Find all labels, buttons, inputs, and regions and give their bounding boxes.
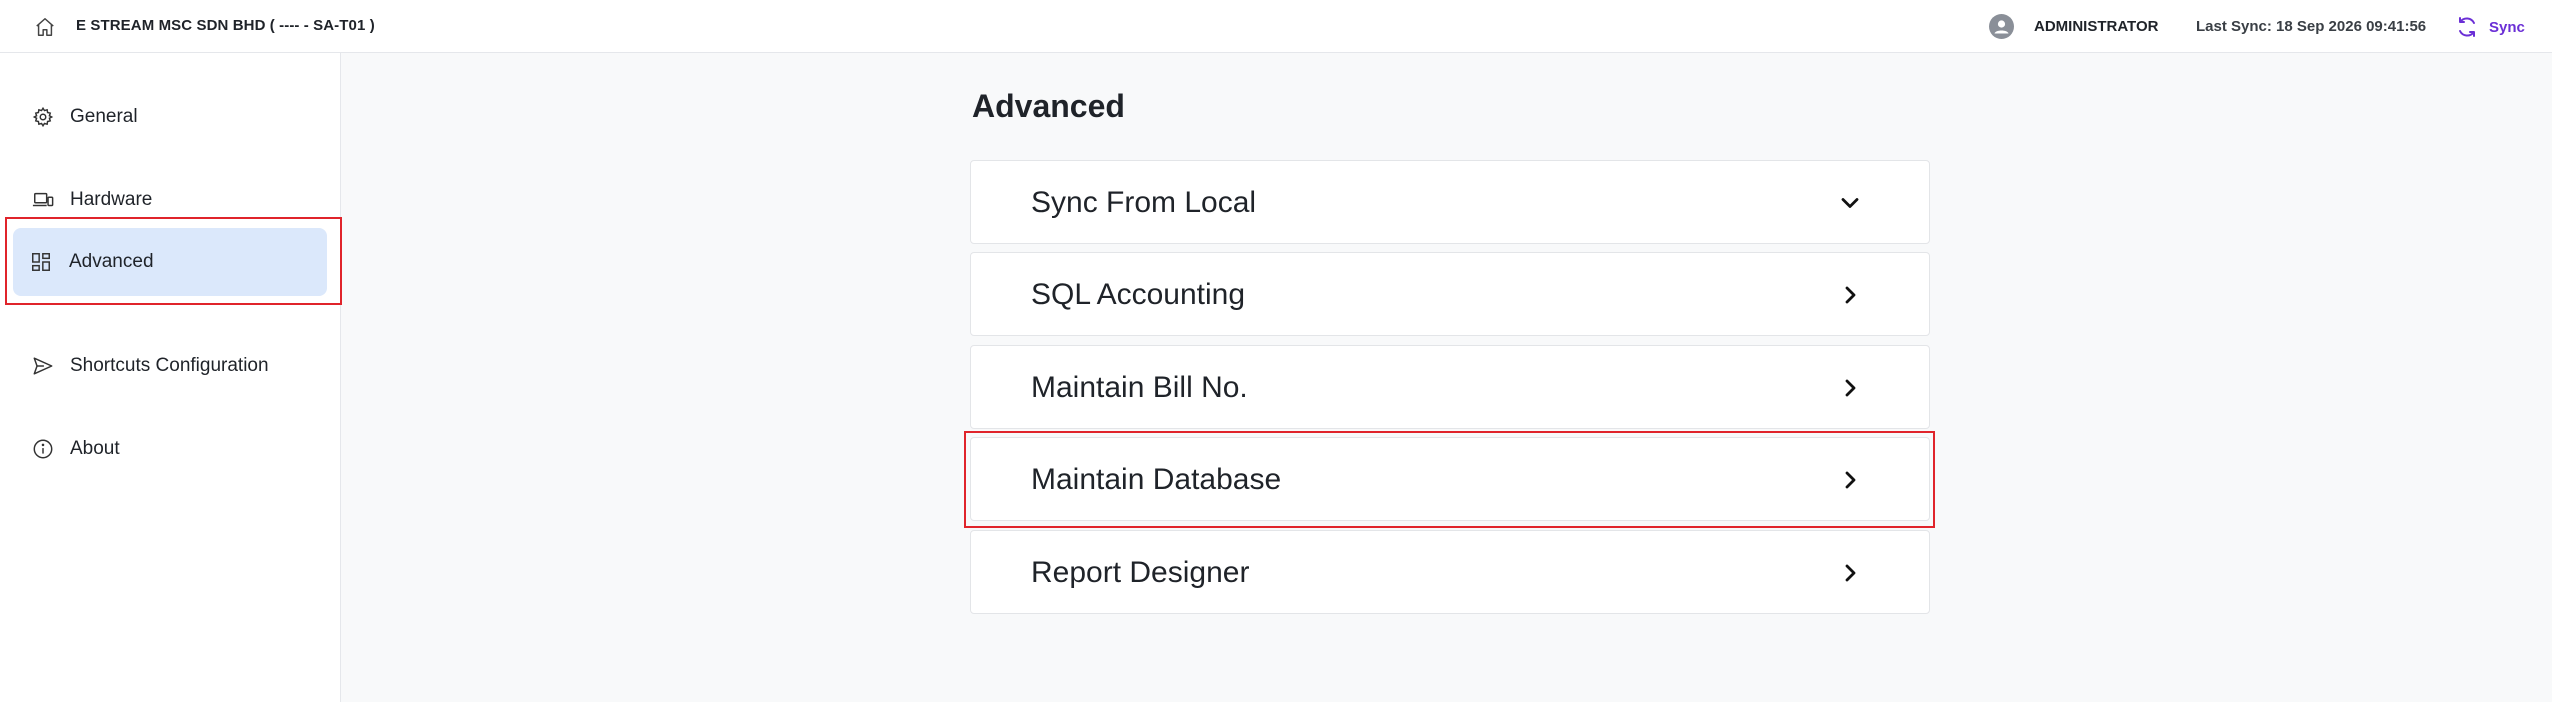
sync-button[interactable]: Sync — [2455, 12, 2525, 42]
send-icon — [33, 357, 53, 375]
row-report-designer[interactable]: Report Designer — [970, 530, 1930, 614]
row-label: Maintain Bill No. — [1031, 371, 1248, 404]
row-label: Maintain Database — [1031, 463, 1282, 496]
grid-icon — [32, 253, 50, 271]
settings-sidebar: General Hardware Advanced Shortcuts Conf… — [0, 53, 342, 702]
chevron-right-icon[interactable] — [1838, 376, 1862, 400]
chevron-right-icon[interactable] — [1838, 468, 1862, 492]
page-title: Advanced — [972, 88, 1125, 124]
row-label: Report Designer — [1031, 556, 1250, 589]
home-icon[interactable] — [34, 16, 56, 38]
sidebar-item-about[interactable]: About — [13, 415, 327, 483]
row-label: SQL Accounting — [1031, 278, 1246, 311]
chevron-down-icon[interactable] — [1838, 191, 1862, 215]
user-avatar-icon[interactable] — [1989, 14, 2014, 39]
sync-icon — [2459, 17, 2475, 37]
last-sync-status: Last Sync: 18 Sep 2026 09:41:56 — [2196, 18, 2427, 35]
top-header: E STREAM MSC SDN BHD ( ---- - SA-T01 ) A… — [0, 0, 2552, 53]
gear-icon — [32, 106, 54, 128]
info-icon — [33, 439, 53, 459]
row-maintain-bill-no[interactable]: Maintain Bill No. — [970, 345, 1930, 429]
company-name: E STREAM MSC SDN BHD ( ---- - SA-T01 ) — [76, 17, 375, 34]
row-label: Sync From Local — [1031, 186, 1257, 219]
devices-icon — [32, 192, 54, 207]
sidebar-item-label: Shortcuts Configuration — [70, 355, 269, 376]
user-name[interactable]: ADMINISTRATOR — [2034, 18, 2158, 35]
sidebar-item-label: About — [70, 438, 120, 459]
sidebar-item-label: Advanced — [69, 251, 154, 272]
chevron-right-icon[interactable] — [1838, 283, 1862, 307]
sidebar-item-advanced[interactable]: Advanced — [13, 228, 327, 296]
sidebar-item-shortcuts-configuration[interactable]: Shortcuts Configuration — [13, 332, 327, 400]
row-sync-from-local[interactable]: Sync From Local — [970, 160, 1930, 244]
row-sql-accounting[interactable]: SQL Accounting — [970, 252, 1930, 336]
sidebar-item-hardware[interactable]: Hardware — [13, 166, 327, 234]
sidebar-item-label: Hardware — [70, 189, 153, 210]
row-maintain-database[interactable]: Maintain Database — [970, 437, 1930, 521]
sync-label: Sync — [2489, 18, 2525, 36]
sidebar-item-label: General — [70, 106, 138, 127]
sidebar-item-general[interactable]: General — [13, 83, 327, 151]
chevron-right-icon[interactable] — [1838, 561, 1862, 585]
